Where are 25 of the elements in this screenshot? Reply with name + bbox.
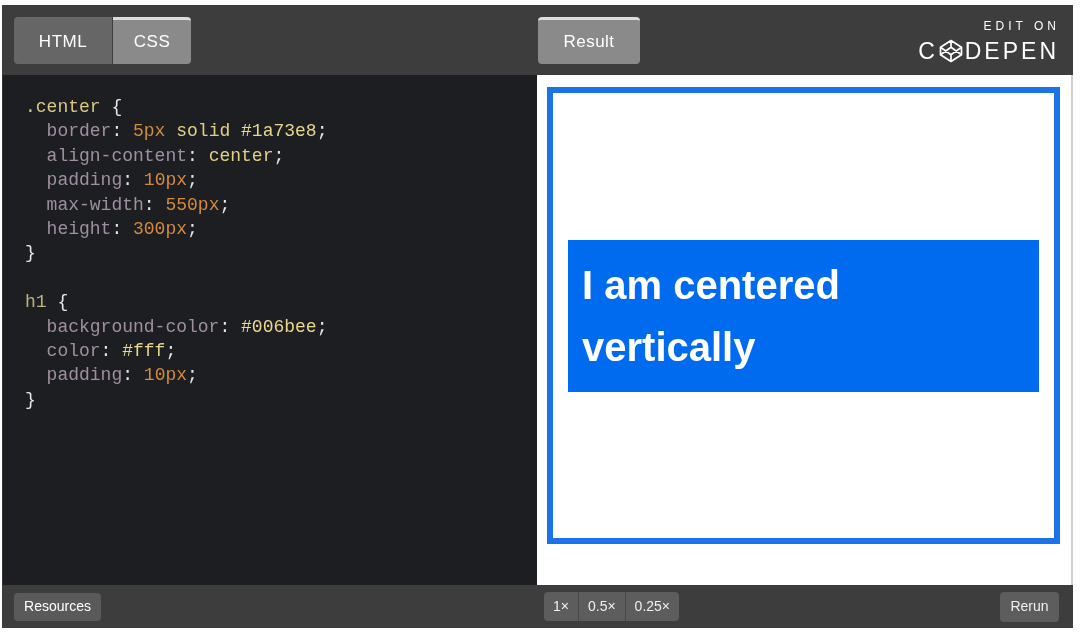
cube-logo-icon [938, 39, 963, 63]
code-line: padding: 10px; [45, 169, 198, 193]
zoom-button[interactable]: 0.5× [577, 592, 625, 621]
tab[interactable]: CSS [113, 17, 191, 64]
code-line: height: 300px; [45, 218, 198, 242]
logo-text: C [918, 38, 937, 64]
code-line: border: 5px solid #1a73e8; [45, 120, 328, 144]
tab[interactable]: HTML [14, 17, 112, 64]
resources-button[interactable]: Resources [14, 592, 101, 621]
code-line: align-content: center; [45, 144, 285, 168]
logo-text: DEPEN [964, 38, 1059, 64]
logo-caption: EDIT ON [983, 19, 1060, 33]
zoom-button[interactable]: 1× [544, 592, 578, 621]
code-line: color: #fff; [45, 340, 177, 364]
tab[interactable]: Result [538, 17, 640, 64]
code-line: .center { [25, 96, 123, 119]
zoom-button[interactable]: 0.25× [624, 592, 680, 621]
code-line: h1 { [25, 291, 69, 315]
code-line: max-width: 550px; [45, 193, 231, 217]
code-line: } [25, 242, 36, 266]
code-line: } [25, 388, 36, 412]
preview-heading: I am centered vertically [568, 239, 1039, 392]
code-line: padding: 10px; [45, 364, 198, 388]
rerun-button[interactable]: Rerun [1000, 591, 1059, 622]
code-line: background-color: #006bee; [45, 315, 328, 339]
